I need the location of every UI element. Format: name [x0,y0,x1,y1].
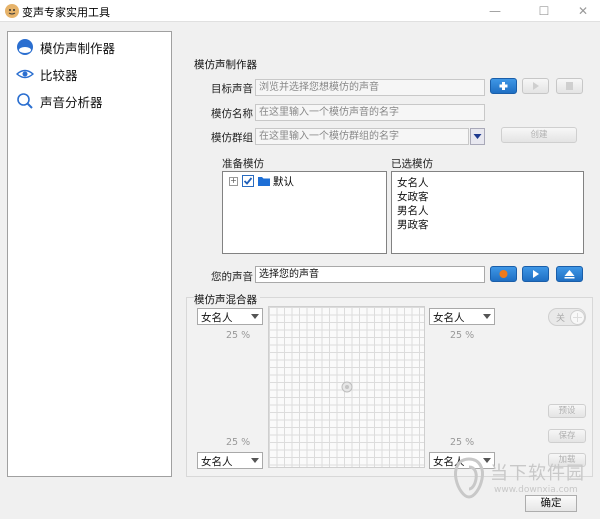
chevron-down-icon [251,314,259,319]
toggle-label: 关 [556,314,566,324]
sidebar-item-label: 模仿声制作器 [40,40,116,56]
combo-value: 女名人 [201,456,233,468]
stop-icon [566,82,573,90]
chevron-down-icon [483,314,491,319]
imitation-name-label: 模仿名称 [211,108,253,120]
play-voice-button[interactable] [522,266,549,282]
sidebar-item-analyzer[interactable]: 声音分析器 [16,91,103,111]
selected-list-label: 已选模仿 [391,158,433,170]
list-item[interactable]: 男名人 [397,203,429,218]
title-bar: 变声专家实用工具 — ☐ ✕ [0,0,600,22]
magnifier-icon [17,93,33,109]
group-dropdown-button[interactable] [470,128,485,145]
imitation-group-label: 模仿群组 [211,132,253,144]
add-button[interactable] [490,78,517,94]
mixer-section-title: 模仿声混合器 [194,292,260,307]
checkbox[interactable] [242,175,254,187]
ok-button[interactable]: 确定 [525,495,577,512]
mix-percent-top-left: 25 % [226,330,251,341]
watermark-text: 当下软件园 [490,463,585,484]
maker-section-title: 模仿声制作器 [194,59,257,71]
your-voice-field[interactable]: 选择您的声音 [255,266,485,283]
sidebar-item-comparer[interactable]: 比较器 [16,64,78,84]
combo-value: 女名人 [201,312,233,324]
stop-target-button[interactable] [556,78,583,94]
sidebar: 模仿声制作器 比较器 声音分析器 [7,31,172,477]
mixer-combo-bottom-left[interactable]: 女名人 [197,452,263,469]
mixer-toggle[interactable]: 关 [548,308,586,326]
target-voice-field[interactable]: 浏览并选择您想模仿的声音 [255,79,485,96]
expand-icon[interactable]: + [229,177,238,186]
list-item[interactable]: 女名人 [397,175,429,190]
app-icon [5,4,19,18]
watermark-logo-icon [454,457,484,499]
create-button[interactable]: 创建 [501,127,577,143]
play-icon [533,82,539,90]
your-voice-label: 您的声音 [211,271,253,283]
record-icon [499,270,508,278]
imitation-group-input[interactable]: 在这里输入一个模仿群组的名字 [255,128,469,145]
mixer-combo-top-left[interactable]: 女名人 [197,308,263,325]
sidebar-item-imitation-maker[interactable]: 模仿声制作器 [16,37,115,57]
mix-percent-top-right: 25 % [450,330,475,341]
chevron-down-icon [473,134,482,139]
watermark-url: www.downxia.com [494,485,578,495]
list-item[interactable]: 男政客 [397,217,429,232]
avatar-face-icon [17,39,33,55]
play-target-button[interactable] [522,78,549,94]
close-icon[interactable]: ✕ [569,0,597,22]
mixer-combo-top-right[interactable]: 女名人 [429,308,495,325]
mix-percent-bottom-right: 25 % [450,437,475,448]
list-item[interactable]: 女政客 [397,189,429,204]
check-icon [243,177,253,185]
mix-percent-bottom-left: 25 % [226,437,251,448]
prepare-tree[interactable]: + 默认 [222,171,387,254]
sidebar-item-label: 声音分析器 [40,94,103,110]
upload-button[interactable] [556,266,583,282]
play-icon [533,270,539,278]
prepare-list-label: 准备模仿 [222,158,264,170]
target-voice-label: 目标声音 [211,83,253,95]
combo-value: 女名人 [433,312,465,324]
eject-icon [564,270,575,279]
chevron-down-icon [251,458,259,463]
record-button[interactable] [490,266,517,282]
imitation-name-input[interactable]: 在这里输入一个模仿声音的名字 [255,104,485,121]
window-title: 变声专家实用工具 [22,6,110,19]
toggle-knob-icon [570,310,585,325]
preset-button[interactable]: 预设 [548,404,586,418]
folder-icon [258,177,270,186]
minimize-icon[interactable]: — [481,0,509,22]
sidebar-item-label: 比较器 [40,67,78,83]
tree-node-label: 默认 [273,176,294,188]
selected-list[interactable]: 女名人 女政客 男名人 男政客 [391,171,584,254]
eye-icon [16,69,34,79]
plus-icon [499,82,508,90]
crosshair-handle-icon[interactable] [341,381,353,393]
maximize-icon[interactable]: ☐ [530,0,558,22]
save-button[interactable]: 保存 [548,429,586,443]
